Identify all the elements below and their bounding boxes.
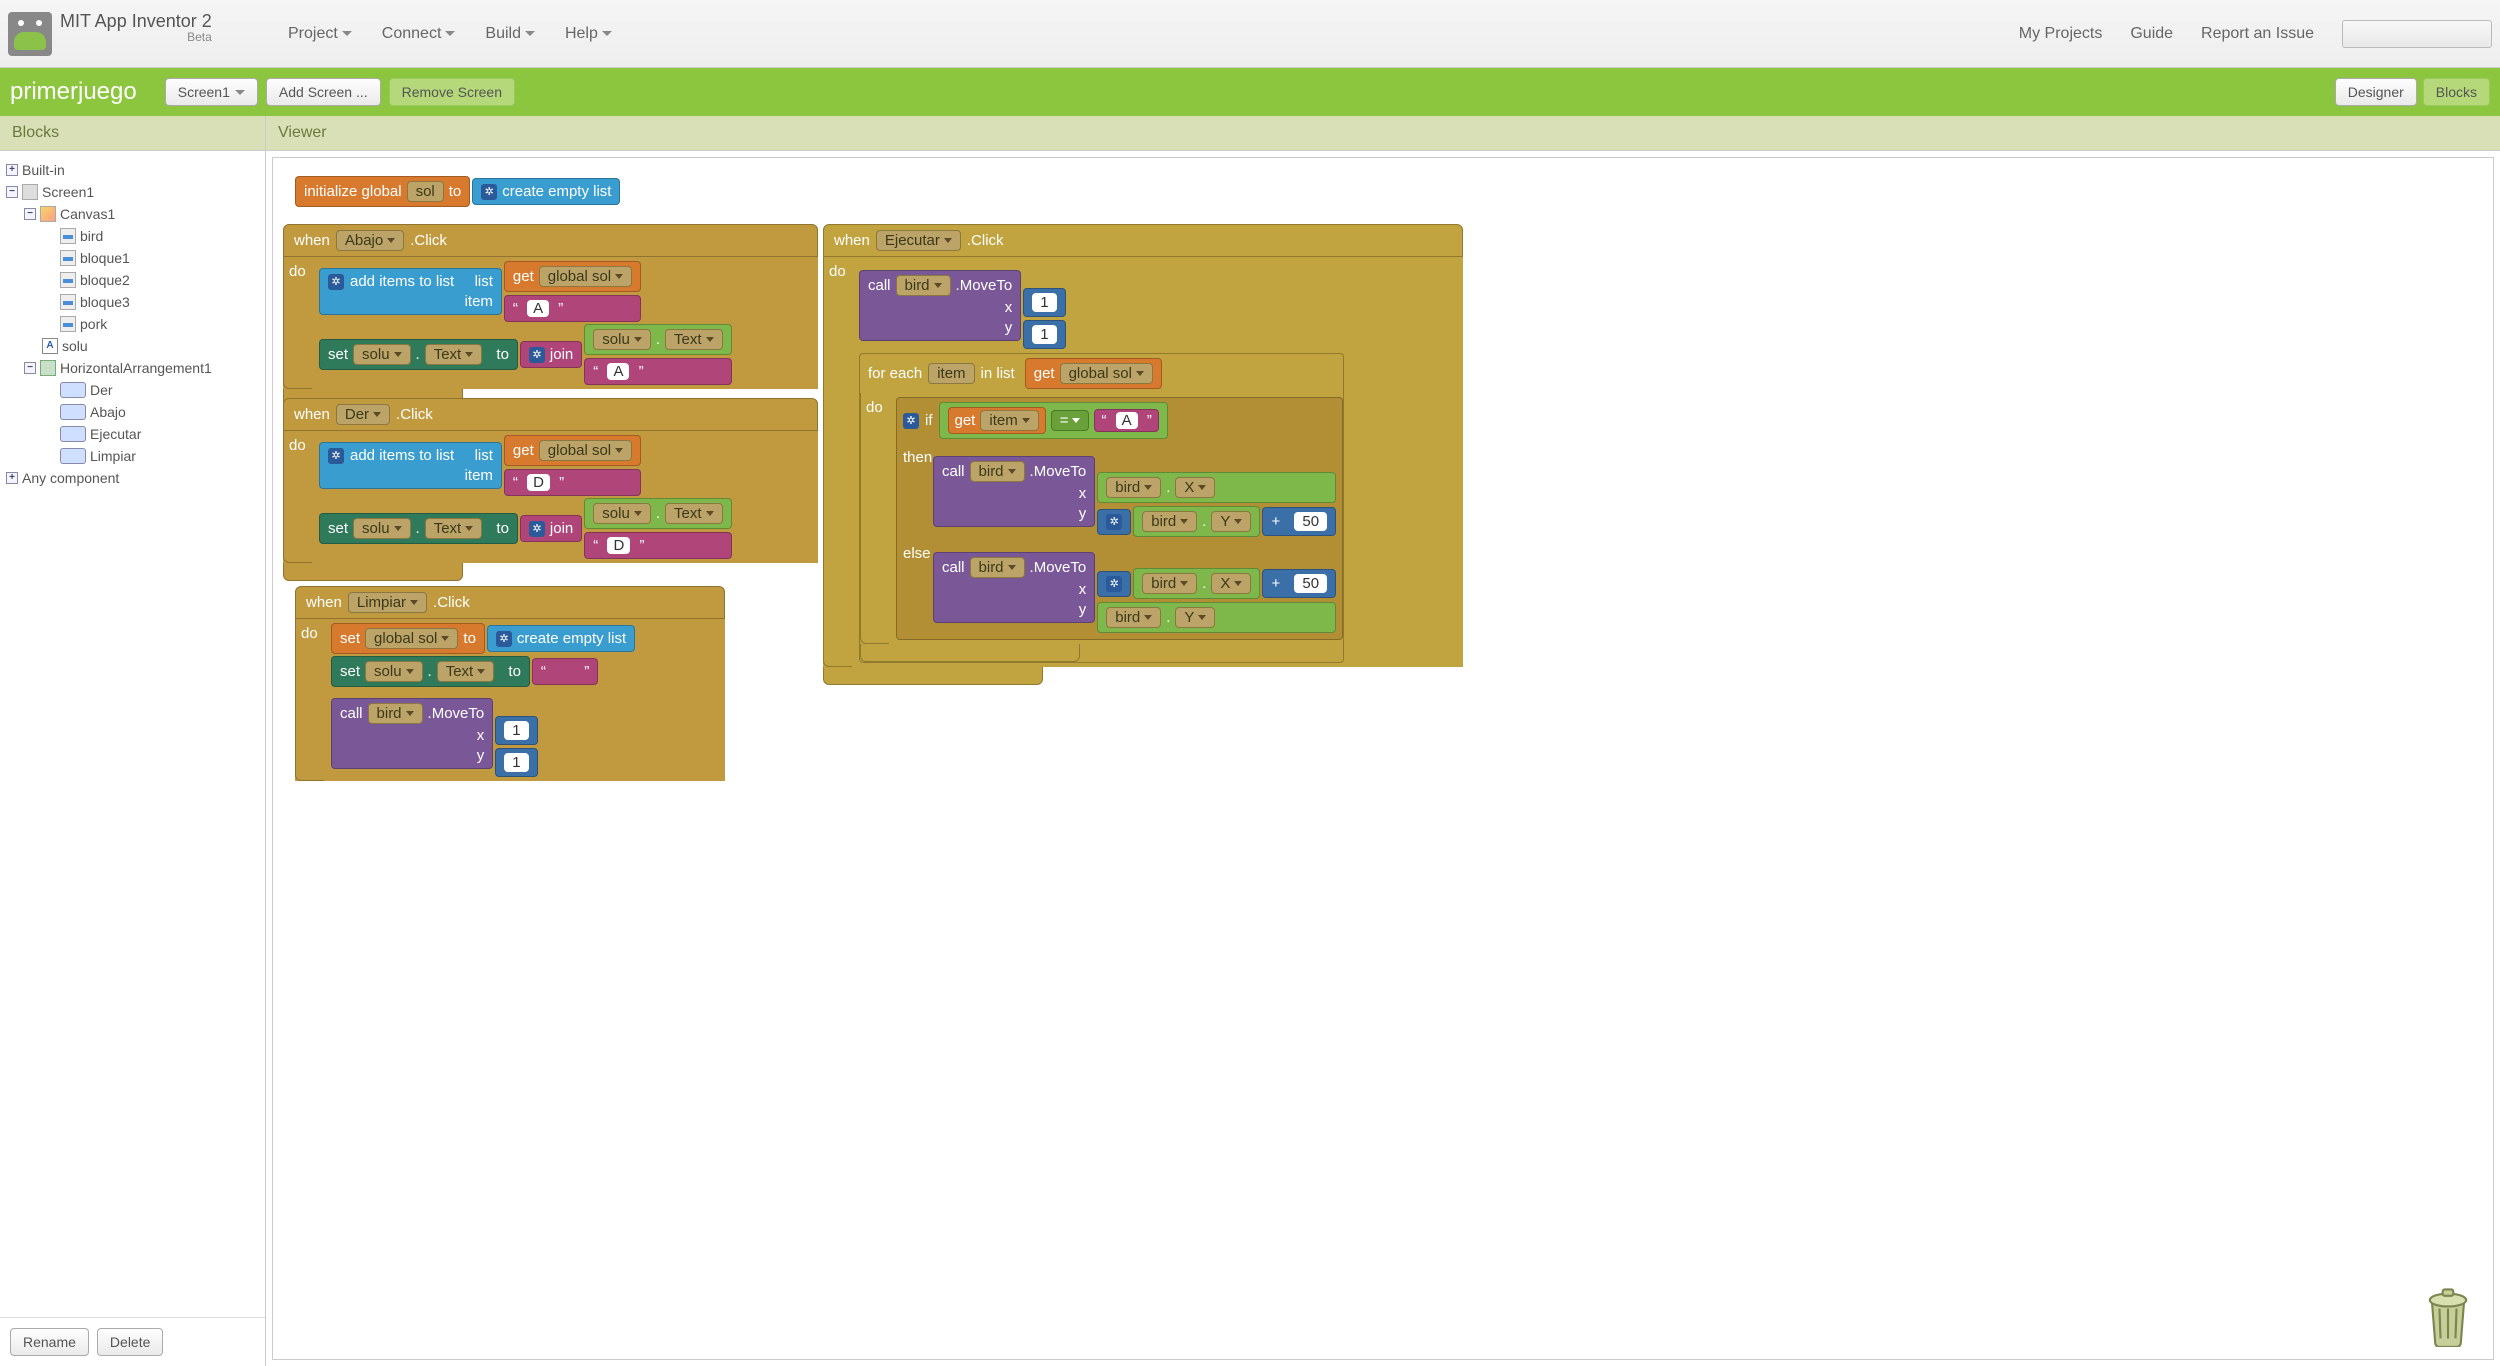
link-my-projects[interactable]: My Projects <box>2019 25 2103 43</box>
screen-icon <box>22 184 38 200</box>
tree-sprite[interactable]: bloque2 <box>6 269 259 291</box>
tree-button[interactable]: Abajo <box>6 401 259 423</box>
caret-icon <box>387 238 395 243</box>
main-menu: Project Connect Build Help <box>288 25 612 43</box>
gear-icon <box>903 413 919 429</box>
rename-button[interactable]: Rename <box>10 1328 89 1356</box>
label-icon: A <box>42 338 58 354</box>
do-label: do <box>289 437 306 454</box>
project-bar: primerjuego Screen1 Add Screen ... Remov… <box>0 68 2500 116</box>
app-title: MIT App Inventor 2 Beta <box>60 12 212 45</box>
beta-label: Beta <box>60 31 212 44</box>
link-report-issue[interactable]: Report an Issue <box>2201 25 2314 43</box>
tree-screen1[interactable]: −Screen1 <box>6 181 259 203</box>
tree-sprite[interactable]: bloque1 <box>6 247 259 269</box>
do-label: do <box>301 625 318 642</box>
block-when-der-click[interactable]: whenDer.Click do add items to list list … <box>283 398 818 581</box>
designer-toggle-button[interactable]: Designer <box>2335 78 2417 106</box>
button-icon <box>60 448 86 464</box>
tree-button[interactable]: Der <box>6 379 259 401</box>
do-label: do <box>866 399 883 416</box>
trash-icon <box>2421 1283 2475 1347</box>
viewer-panel: Viewer initialize globalsolto create emp… <box>266 116 2500 1366</box>
language-select[interactable] <box>2342 20 2492 48</box>
menu-connect[interactable]: Connect <box>382 25 456 43</box>
screen-dropdown-button[interactable]: Screen1 <box>165 78 258 106</box>
tree-sprite[interactable]: pork <box>6 313 259 335</box>
sprite-icon <box>60 316 76 332</box>
block-when-limpiar-click[interactable]: whenLimpiar.Click do setglobal solto cre… <box>295 586 725 781</box>
arrangement-icon <box>40 360 56 376</box>
blocks-panel-header: Blocks <box>0 116 265 151</box>
button-icon <box>60 426 86 442</box>
project-name: primerjuego <box>10 78 137 106</box>
canvas-icon <box>40 206 56 222</box>
gear-icon <box>529 347 545 363</box>
tree-button[interactable]: Ejecutar <box>6 423 259 445</box>
blocks-panel: Blocks +Built-in −Screen1 −Canvas1 bird … <box>0 116 266 1366</box>
caret-icon <box>342 31 352 36</box>
menu-help[interactable]: Help <box>565 25 612 43</box>
main-area: Blocks +Built-in −Screen1 −Canvas1 bird … <box>0 116 2500 1366</box>
add-screen-button[interactable]: Add Screen ... <box>266 78 381 106</box>
gear-icon <box>328 448 344 464</box>
do-label: do <box>829 263 846 280</box>
remove-screen-button[interactable]: Remove Screen <box>389 78 515 106</box>
delete-button[interactable]: Delete <box>97 1328 163 1356</box>
tree-label-solu[interactable]: Asolu <box>6 335 259 357</box>
sprite-icon <box>60 228 76 244</box>
then-label: then <box>903 449 932 466</box>
tree-any-component[interactable]: +Any component <box>6 467 259 489</box>
sprite-icon <box>60 250 76 266</box>
menu-project[interactable]: Project <box>288 25 352 43</box>
sprite-icon <box>60 294 76 310</box>
gear-icon <box>328 274 344 290</box>
gear-icon <box>1106 576 1122 592</box>
tree-button[interactable]: Limpiar <box>6 445 259 467</box>
blocks-workspace[interactable]: initialize globalsolto create empty list… <box>272 157 2494 1360</box>
tree-harr[interactable]: −HorizontalArrangement1 <box>6 357 259 379</box>
block-when-ejecutar-click[interactable]: whenEjecutar.Click do callbird.MoveTo x … <box>823 224 1463 685</box>
tree-canvas1[interactable]: −Canvas1 <box>6 203 259 225</box>
menu-build[interactable]: Build <box>485 25 535 43</box>
top-nav: MIT App Inventor 2 Beta Project Connect … <box>0 0 2500 68</box>
link-guide[interactable]: Guide <box>2130 25 2173 43</box>
caret-icon <box>525 31 535 36</box>
android-logo-icon <box>8 12 52 56</box>
caret-icon <box>602 31 612 36</box>
gear-icon <box>529 521 545 537</box>
gear-icon <box>496 631 512 647</box>
button-icon <box>60 404 86 420</box>
button-icon <box>60 382 86 398</box>
gear-icon <box>481 184 497 200</box>
tree-sprite[interactable]: bloque3 <box>6 291 259 313</box>
sprite-icon <box>60 272 76 288</box>
block-when-abajo-click[interactable]: whenAbajo.Click do add items to list lis… <box>283 224 818 407</box>
logo-block: MIT App Inventor 2 Beta <box>8 12 268 56</box>
right-menu: My Projects Guide Report an Issue <box>2019 20 2492 48</box>
blocks-toggle-button[interactable]: Blocks <box>2423 78 2490 106</box>
tree-footer: Rename Delete <box>0 1317 265 1366</box>
block-init-global[interactable]: initialize globalsolto create empty list <box>295 176 620 207</box>
else-label: else <box>903 545 931 562</box>
tree-builtin[interactable]: +Built-in <box>6 159 259 181</box>
gear-icon <box>1106 514 1122 530</box>
viewer-header: Viewer <box>266 116 2500 151</box>
component-tree[interactable]: +Built-in −Screen1 −Canvas1 bird bloque1… <box>0 151 265 1317</box>
caret-icon <box>235 90 245 95</box>
tree-sprite[interactable]: bird <box>6 225 259 247</box>
do-label: do <box>289 263 306 280</box>
caret-icon <box>445 31 455 36</box>
